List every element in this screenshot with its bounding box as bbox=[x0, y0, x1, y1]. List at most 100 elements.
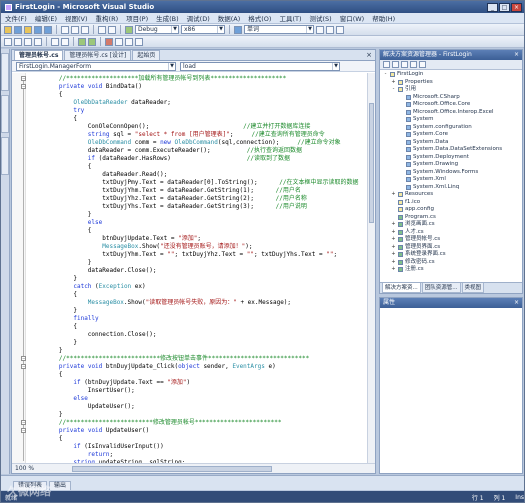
tree-item[interactable]: - 引用 bbox=[391, 86, 416, 93]
code-line[interactable]: } bbox=[30, 411, 63, 419]
fold-toggle-icon[interactable]: − bbox=[21, 356, 26, 361]
code-line[interactable]: return; bbox=[30, 451, 113, 459]
tree-item[interactable]: Microsoft.CSharp bbox=[399, 94, 460, 101]
view-designer-icon[interactable] bbox=[419, 61, 426, 68]
menu-item[interactable]: 帮助(H) bbox=[372, 13, 395, 23]
tree-item[interactable]: System.Data.DataSetExtensions bbox=[399, 146, 502, 153]
code-line[interactable]: private void btnDuyjUpdate_Click(object … bbox=[30, 363, 276, 371]
code-line[interactable]: MessageBox.Show("读取管理员帐号失败，原因为：" + ex.Me… bbox=[30, 299, 291, 307]
menu-item[interactable]: 视图(V) bbox=[65, 13, 88, 23]
scrollbar-thumb[interactable] bbox=[369, 103, 374, 223]
save-all-icon[interactable] bbox=[44, 25, 52, 34]
expand-icon[interactable]: + bbox=[391, 191, 396, 198]
bookmark-icon[interactable] bbox=[105, 37, 113, 46]
word-complete-icon[interactable] bbox=[34, 37, 42, 46]
tree-item[interactable]: - FirstLogin bbox=[383, 71, 423, 78]
new-project-icon[interactable] bbox=[4, 25, 12, 34]
toolbox-icon[interactable] bbox=[336, 25, 344, 34]
code-line[interactable]: string sql = "select * from [用户管理表]"; //… bbox=[30, 131, 325, 139]
expand-icon[interactable]: + bbox=[391, 244, 396, 251]
expand-icon[interactable]: + bbox=[391, 79, 396, 86]
toolbox-tab[interactable] bbox=[1, 95, 9, 133]
document-tab[interactable]: 管理员帐号.cs bbox=[14, 50, 64, 60]
code-line[interactable]: } bbox=[30, 275, 77, 283]
code-line[interactable]: else bbox=[30, 219, 102, 227]
tree-item[interactable]: + 修改密码.cs bbox=[391, 259, 435, 266]
code-area[interactable]: − − − − − − //********************加载所有管理员帐号到列… bbox=[12, 73, 375, 463]
code-line[interactable]: { bbox=[30, 371, 63, 379]
tree-item[interactable]: System.Xml bbox=[399, 176, 446, 183]
collapse-icon[interactable]: - bbox=[391, 86, 396, 93]
close-pane-icon[interactable]: × bbox=[514, 298, 522, 308]
parameter-info-icon[interactable] bbox=[14, 37, 22, 46]
menu-item[interactable]: 项目(P) bbox=[126, 13, 148, 23]
code-line[interactable]: { bbox=[30, 323, 77, 331]
horizontal-scrollbar[interactable]: 100 % bbox=[12, 463, 375, 473]
open-file-icon[interactable] bbox=[24, 25, 32, 34]
code-line[interactable]: } bbox=[30, 259, 92, 267]
menu-item[interactable]: 文件(F) bbox=[5, 13, 27, 23]
code-line[interactable]: private void UpdateUser() bbox=[30, 427, 149, 435]
tree-item[interactable]: System.Windows.Forms bbox=[399, 169, 478, 176]
code-line[interactable]: txtDuyjPmy.Text = dataReader[0].ToString… bbox=[30, 179, 358, 187]
code-line[interactable]: finally bbox=[30, 315, 98, 323]
next-bookmark-icon[interactable] bbox=[125, 37, 133, 46]
code-line[interactable]: private void BindData() bbox=[30, 83, 142, 91]
properties-icon[interactable] bbox=[383, 61, 390, 68]
code-line[interactable]: } bbox=[30, 347, 63, 355]
show-all-files-icon[interactable] bbox=[392, 61, 399, 68]
tree-item[interactable]: + 注册.cs bbox=[391, 266, 424, 273]
close-button[interactable]: × bbox=[511, 2, 522, 12]
tree-item[interactable]: System.Xml.Linq bbox=[399, 184, 459, 191]
pane-tab[interactable]: 解决方案资... bbox=[382, 283, 421, 293]
code-line[interactable]: { bbox=[30, 163, 92, 171]
code-line[interactable]: MessageBox.Show("还没有管理员账号，请添加！"); bbox=[30, 243, 252, 251]
tree-item[interactable]: Program.cs bbox=[391, 214, 436, 221]
code-line[interactable]: { bbox=[30, 435, 63, 443]
add-item-icon[interactable] bbox=[14, 25, 22, 34]
document-tab[interactable]: 起始页 bbox=[132, 50, 161, 60]
tree-item[interactable]: System.configuration bbox=[399, 124, 472, 131]
minimize-button[interactable]: _ bbox=[487, 2, 498, 12]
tree-item[interactable]: System.Drawing bbox=[399, 161, 458, 168]
code-line[interactable]: connection.Close(); bbox=[30, 331, 157, 339]
menu-item[interactable]: 调试(D) bbox=[187, 13, 210, 23]
expand-icon[interactable]: + bbox=[391, 251, 396, 258]
tree-item[interactable]: System.Core bbox=[399, 131, 448, 138]
code-line[interactable]: OleDbDataReader dataReader; bbox=[30, 99, 171, 107]
fold-toggle-icon[interactable]: − bbox=[21, 76, 26, 81]
properties-icon[interactable] bbox=[326, 25, 334, 34]
find-icon[interactable] bbox=[234, 25, 242, 34]
tree-item[interactable]: Microsoft.Office.Interop.Excel bbox=[399, 109, 494, 116]
code-line[interactable]: } bbox=[30, 307, 77, 315]
collapse-icon[interactable]: - bbox=[383, 71, 388, 78]
close-document-icon[interactable]: × bbox=[366, 50, 375, 60]
code-line[interactable]: { bbox=[30, 115, 77, 123]
tree-item[interactable]: + 人才.cs bbox=[391, 229, 424, 236]
code-line[interactable]: InsertUser(); bbox=[30, 387, 135, 395]
members-icon[interactable] bbox=[4, 37, 12, 46]
view-code-icon[interactable] bbox=[410, 61, 417, 68]
tree-item[interactable]: + Resources bbox=[391, 191, 433, 198]
server-explorer-tab[interactable] bbox=[1, 53, 9, 91]
increase-indent-icon[interactable] bbox=[61, 37, 69, 46]
menu-item[interactable]: 测试(S) bbox=[310, 13, 332, 23]
tree-item[interactable]: + 管理员帐号.cs bbox=[391, 236, 440, 243]
tree-item[interactable]: + 系统登录界面.cs bbox=[391, 251, 446, 258]
code-line[interactable]: //********************加载所有管理员帐号到列表******… bbox=[30, 75, 286, 83]
copy-icon[interactable] bbox=[71, 25, 79, 34]
code-line[interactable]: txtDuyjYhz.Text = dataReader.GetString(2… bbox=[30, 195, 307, 203]
code-line[interactable]: ConOleConnOpen(); //建立并打开数据库连接 bbox=[30, 123, 311, 131]
fold-toggle-icon[interactable]: − bbox=[21, 364, 26, 369]
menu-item[interactable]: 数据(A) bbox=[218, 13, 241, 23]
code-line[interactable]: btnDuyjUpdate.Text = "添加"; bbox=[30, 235, 201, 243]
tree-item[interactable]: + Properties bbox=[391, 79, 433, 86]
code-line[interactable]: { bbox=[30, 291, 77, 299]
save-icon[interactable] bbox=[34, 25, 42, 34]
fold-toggle-icon[interactable]: − bbox=[21, 428, 26, 433]
code-line[interactable]: OleDbCommand comm = new OleDbCommand(sql… bbox=[30, 139, 341, 147]
solution-explorer-icon[interactable] bbox=[316, 25, 324, 34]
tree-item[interactable]: app.config bbox=[391, 206, 434, 213]
properties-grid[interactable] bbox=[380, 308, 522, 473]
expand-icon[interactable]: + bbox=[391, 266, 396, 273]
